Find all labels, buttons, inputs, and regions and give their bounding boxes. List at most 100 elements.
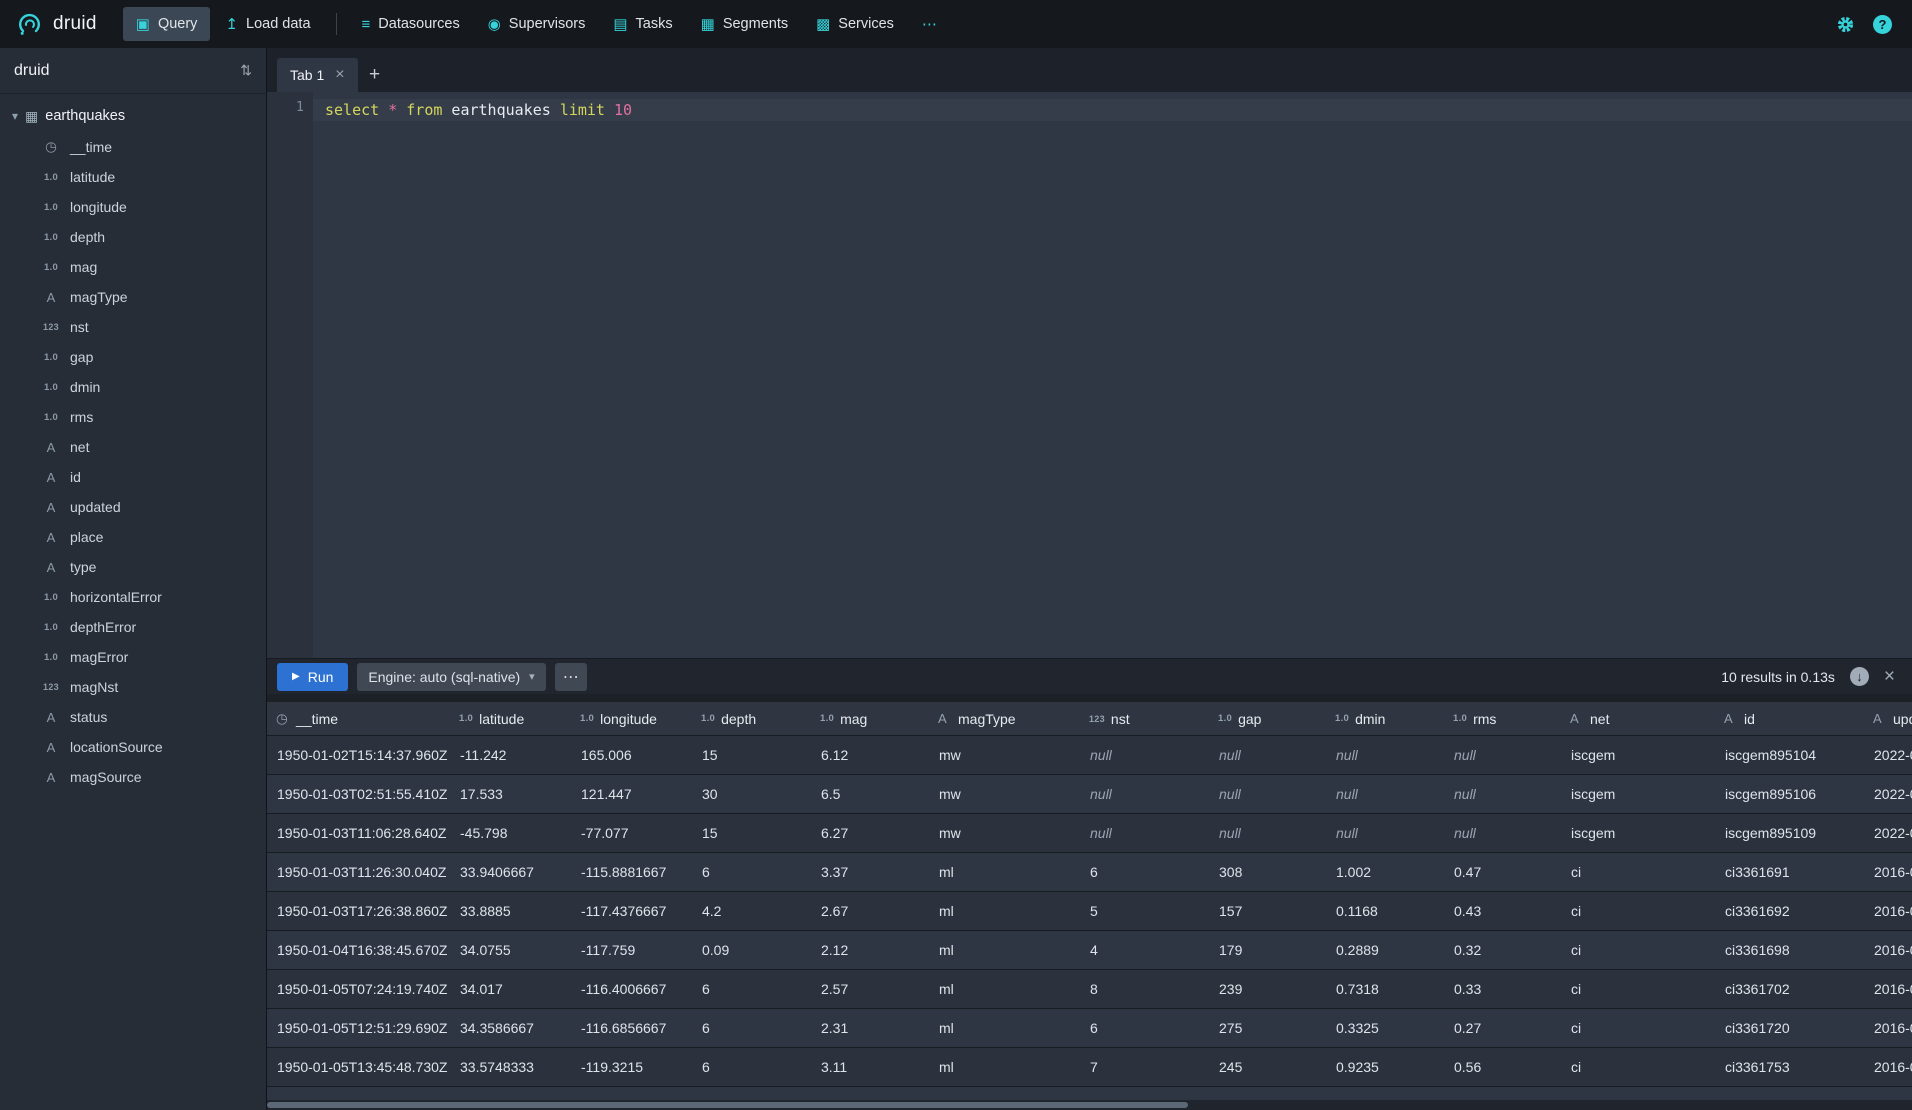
- results-cell[interactable]: 33.8885: [450, 892, 571, 930]
- sidebar-column-id[interactable]: A id: [0, 462, 266, 492]
- results-cell[interactable]: 1950-01-04T16:38:45.670Z: [267, 931, 450, 969]
- results-cell[interactable]: ml: [929, 931, 1080, 969]
- results-cell[interactable]: null: [1444, 814, 1561, 852]
- results-cell[interactable]: iscgem: [1561, 814, 1715, 852]
- nav-query[interactable]: ▣ Query: [123, 7, 211, 41]
- nav-load-data[interactable]: ↥ Load data: [212, 7, 323, 41]
- results-cell[interactable]: -115.8881667: [571, 853, 692, 891]
- results-cell[interactable]: 4.2: [692, 892, 811, 930]
- results-cell[interactable]: 2.57: [811, 970, 929, 1008]
- results-cell[interactable]: 2016-0: [1864, 1009, 1912, 1047]
- results-cell[interactable]: ci: [1561, 1009, 1715, 1047]
- results-cell[interactable]: 4: [1080, 931, 1209, 969]
- results-column-header-mag[interactable]: 1.0mag: [811, 702, 929, 735]
- sidebar-column-__time[interactable]: ◷ __time: [0, 132, 266, 162]
- new-tab-button[interactable]: +: [358, 58, 392, 92]
- results-cell[interactable]: 2.31: [811, 1009, 929, 1047]
- results-cell[interactable]: -116.6856667: [571, 1009, 692, 1047]
- results-cell[interactable]: 6.27: [811, 814, 929, 852]
- results-cell[interactable]: ci3361720: [1715, 1009, 1864, 1047]
- sidebar-column-horizontalError[interactable]: 1.0 horizontalError: [0, 582, 266, 612]
- sidebar-column-updated[interactable]: A updated: [0, 492, 266, 522]
- results-column-header-dmin[interactable]: 1.0dmin: [1326, 702, 1444, 735]
- results-cell[interactable]: ci: [1561, 892, 1715, 930]
- results-cell[interactable]: 1950-01-02T15:14:37.960Z: [267, 736, 450, 774]
- nav-more[interactable]: ⋯: [909, 7, 950, 41]
- sidebar-column-status[interactable]: A status: [0, 702, 266, 732]
- results-cell[interactable]: ml: [929, 970, 1080, 1008]
- results-cell[interactable]: mw: [929, 814, 1080, 852]
- results-cell[interactable]: ci: [1561, 970, 1715, 1008]
- results-column-header-__time[interactable]: ◷__time: [267, 702, 450, 735]
- results-cell[interactable]: ci3361702: [1715, 970, 1864, 1008]
- results-cell[interactable]: -119.3215: [571, 1048, 692, 1086]
- results-cell[interactable]: ml: [929, 1009, 1080, 1047]
- results-cell[interactable]: -77.077: [571, 814, 692, 852]
- results-cell[interactable]: 2016-0: [1864, 853, 1912, 891]
- sort-icon[interactable]: ⇅: [240, 62, 252, 79]
- results-cell[interactable]: 1950-01-03T11:26:30.040Z: [267, 853, 450, 891]
- sidebar-column-magSource[interactable]: A magSource: [0, 762, 266, 792]
- results-cell[interactable]: 1950-01-03T17:26:38.860Z: [267, 892, 450, 930]
- horizontal-scrollbar[interactable]: [267, 1100, 1912, 1110]
- results-cell[interactable]: 3.37: [811, 853, 929, 891]
- results-cell[interactable]: ci3361698: [1715, 931, 1864, 969]
- results-cell[interactable]: 15: [692, 814, 811, 852]
- results-cell[interactable]: -116.4006667: [571, 970, 692, 1008]
- sidebar-column-longitude[interactable]: 1.0 longitude: [0, 192, 266, 222]
- close-results-icon[interactable]: ×: [1884, 667, 1895, 686]
- results-cell[interactable]: 239: [1209, 970, 1326, 1008]
- results-cell[interactable]: 8: [1080, 970, 1209, 1008]
- sidebar-column-magType[interactable]: A magType: [0, 282, 266, 312]
- results-cell[interactable]: 2022-0: [1864, 736, 1912, 774]
- results-cell[interactable]: 34.3586667: [450, 1009, 571, 1047]
- results-cell[interactable]: 3.11: [811, 1048, 929, 1086]
- sidebar-column-rms[interactable]: 1.0 rms: [0, 402, 266, 432]
- results-cell[interactable]: 0.33: [1444, 970, 1561, 1008]
- editor-code-area[interactable]: select * from earthquakes limit 10: [313, 92, 1912, 658]
- results-cell[interactable]: null: [1326, 814, 1444, 852]
- results-cell[interactable]: 0.47: [1444, 853, 1561, 891]
- results-cell[interactable]: 308: [1209, 853, 1326, 891]
- results-cell[interactable]: 6: [692, 1009, 811, 1047]
- results-cell[interactable]: null: [1209, 775, 1326, 813]
- sql-line[interactable]: select * from earthquakes limit 10: [313, 99, 1912, 121]
- results-cell[interactable]: 33.5748333: [450, 1048, 571, 1086]
- sidebar-column-type[interactable]: A type: [0, 552, 266, 582]
- help-icon[interactable]: ?: [1873, 15, 1892, 34]
- nav-tasks[interactable]: ▤ Tasks: [600, 7, 685, 41]
- results-column-header-latitude[interactable]: 1.0latitude: [450, 702, 571, 735]
- results-cell[interactable]: ci3361692: [1715, 892, 1864, 930]
- results-cell[interactable]: null: [1080, 736, 1209, 774]
- results-cell[interactable]: 0.09: [692, 931, 811, 969]
- nav-supervisors[interactable]: ◉ Supervisors: [475, 7, 599, 41]
- results-cell[interactable]: 2016-0: [1864, 970, 1912, 1008]
- results-cell[interactable]: 6: [692, 970, 811, 1008]
- results-cell[interactable]: -11.242: [450, 736, 571, 774]
- results-cell[interactable]: null: [1080, 775, 1209, 813]
- sql-editor[interactable]: 1 select * from earthquakes limit 10: [267, 92, 1912, 658]
- results-cell[interactable]: 1950-01-03T02:51:55.410Z: [267, 775, 450, 813]
- results-cell[interactable]: 2.12: [811, 931, 929, 969]
- close-tab-icon[interactable]: ×: [335, 67, 344, 83]
- results-cell[interactable]: 2016-0: [1864, 1048, 1912, 1086]
- results-cell[interactable]: iscgem895106: [1715, 775, 1864, 813]
- sidebar-column-depth[interactable]: 1.0 depth: [0, 222, 266, 252]
- results-column-header-longitude[interactable]: 1.0longitude: [571, 702, 692, 735]
- results-cell[interactable]: null: [1326, 736, 1444, 774]
- results-cell[interactable]: 5: [1080, 892, 1209, 930]
- results-cell[interactable]: 2022-0: [1864, 814, 1912, 852]
- results-cell[interactable]: 33.9406667: [450, 853, 571, 891]
- results-column-header-updated[interactable]: Aupdated: [1864, 702, 1912, 735]
- results-cell[interactable]: 6.12: [811, 736, 929, 774]
- results-cell[interactable]: 0.43: [1444, 892, 1561, 930]
- chevron-down-icon[interactable]: ▾: [12, 109, 18, 123]
- results-cell[interactable]: null: [1209, 736, 1326, 774]
- results-cell[interactable]: 2016-0: [1864, 931, 1912, 969]
- results-cell[interactable]: ci3361691: [1715, 853, 1864, 891]
- results-cell[interactable]: iscgem895104: [1715, 736, 1864, 774]
- results-cell[interactable]: 34.0755: [450, 931, 571, 969]
- scrollbar-thumb[interactable]: [267, 1102, 1188, 1108]
- results-cell[interactable]: ci: [1561, 853, 1715, 891]
- sidebar-column-mag[interactable]: 1.0 mag: [0, 252, 266, 282]
